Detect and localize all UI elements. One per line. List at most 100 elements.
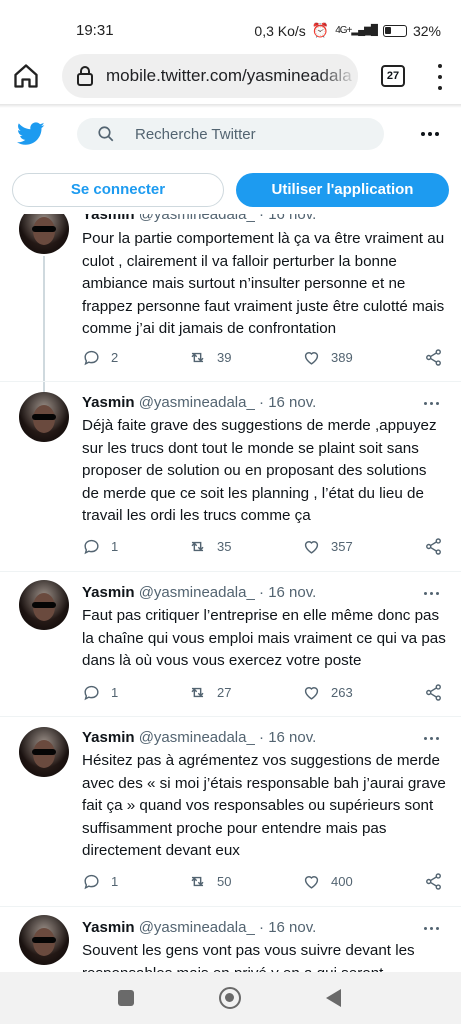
tweet-text: Hésitez pas à agrémentez vos suggestions… (82, 752, 446, 860)
like-count: 357 (331, 539, 353, 554)
battery-icon (382, 24, 407, 37)
more-options-icon[interactable] (421, 132, 439, 136)
browser-toolbar: mobile.twitter.com/yasmineadala 27 (0, 46, 461, 106)
avatar[interactable] (19, 210, 69, 254)
like-button[interactable]: 389 (302, 348, 353, 367)
reply-button[interactable]: 1 (82, 683, 118, 702)
tweet-date[interactable]: 16 nov. (268, 919, 316, 936)
share-icon (426, 873, 441, 890)
browser-menu-button[interactable] (432, 64, 448, 90)
retweet-count: 39 (217, 350, 232, 365)
signal-icon: 4G+▂▄▆█ (335, 25, 378, 36)
tweet-actions: 1 27 263 (82, 683, 448, 703)
heart-icon (304, 687, 319, 700)
author-name[interactable]: Yasmin (82, 394, 135, 411)
tweet-more-icon[interactable] (424, 737, 439, 740)
reply-count: 1 (111, 685, 119, 700)
reply-count: 1 (111, 539, 119, 554)
avatar[interactable] (19, 580, 69, 630)
like-count: 263 (331, 685, 353, 700)
back-button[interactable] (326, 989, 341, 1007)
tweet-text: Faut pas critiquer l’entreprise en elle … (82, 607, 446, 670)
tweet[interactable]: Yasmin @yasmineadala_ · 16 nov. Déjà fai… (0, 382, 461, 572)
tweet-actions: 1 50 400 (82, 872, 448, 892)
tweet-header: Yasmin @yasmineadala_ · 16 nov. (82, 729, 317, 746)
tweet-more-icon[interactable] (424, 402, 439, 405)
author-handle[interactable]: @yasmineadala_ (139, 394, 255, 411)
heart-icon (304, 876, 319, 889)
retweet-icon (191, 876, 204, 887)
retweet-icon (191, 352, 204, 363)
like-button[interactable]: 400 (302, 872, 353, 891)
tweet-header: Yasmin @yasmineadala_ · 16 nov. (82, 919, 317, 936)
retweet-button[interactable]: 50 (188, 872, 231, 891)
status-indicators: 0,3 Ko/s ⏰ 4G+▂▄▆█ 32% (254, 22, 441, 39)
tweet[interactable]: Yasmin @yasmineadala_ · 16 nov. Souvent … (0, 907, 461, 972)
heart-icon (304, 541, 319, 554)
like-count: 389 (331, 350, 353, 365)
share-icon (426, 349, 441, 366)
reply-button[interactable]: 1 (82, 872, 118, 891)
address-bar[interactable]: mobile.twitter.com/yasmineadala (62, 54, 358, 98)
author-handle[interactable]: @yasmineadala_ (139, 919, 255, 936)
signal-label: 4G+ (335, 25, 352, 36)
reply-icon (84, 685, 99, 701)
search-box[interactable]: Recherche Twitter (77, 118, 384, 150)
tweet-actions: 2 39 389 (82, 348, 448, 368)
like-button[interactable]: 357 (302, 537, 353, 556)
reply-count: 2 (111, 350, 119, 365)
reply-icon (84, 874, 99, 890)
twitter-bird-icon[interactable] (17, 122, 45, 146)
tweet-date[interactable]: 16 nov. (268, 729, 316, 746)
home-button[interactable] (219, 987, 241, 1009)
login-button[interactable]: Se connecter (12, 173, 224, 207)
tweet-text: Déjà faite grave des suggestions de merd… (82, 417, 437, 525)
retweet-button[interactable]: 35 (188, 537, 231, 556)
tweet[interactable]: Yasmin @yasmineadala_ · 16 nov. Pour la … (0, 210, 461, 416)
avatar[interactable] (19, 392, 69, 442)
tweet-header: Yasmin @yasmineadala_ · 16 nov. (82, 584, 317, 601)
share-button[interactable] (424, 537, 443, 556)
reply-icon (84, 539, 99, 555)
reply-button[interactable]: 1 (82, 537, 118, 556)
author-name[interactable]: Yasmin (82, 919, 135, 936)
tweet-more-icon[interactable] (424, 592, 439, 595)
tab-switcher-button[interactable]: 27 (381, 65, 405, 87)
tweet-date[interactable]: 16 nov. (268, 584, 316, 601)
retweet-icon (191, 687, 204, 698)
author-handle[interactable]: @yasmineadala_ (139, 584, 255, 601)
tweet-header: Yasmin @yasmineadala_ · 16 nov. (82, 394, 317, 411)
tweet-text: Pour la partie comportement là ça va êtr… (82, 230, 445, 338)
lock-icon (77, 66, 93, 86)
tweet-text: Souvent les gens vont pas vous suivre de… (82, 942, 415, 972)
recent-apps-button[interactable] (118, 990, 134, 1006)
tweet[interactable]: Yasmin @yasmineadala_ · 16 nov. Faut pas… (0, 572, 461, 717)
reply-button[interactable]: 2 (82, 348, 118, 367)
share-icon (426, 684, 441, 701)
use-app-button[interactable]: Utiliser l'application (236, 173, 449, 207)
share-button[interactable] (424, 348, 443, 367)
retweet-count: 50 (217, 874, 232, 889)
author-name[interactable]: Yasmin (82, 584, 135, 601)
avatar[interactable] (19, 727, 69, 777)
author-name[interactable]: Yasmin (82, 729, 135, 746)
like-button[interactable]: 263 (302, 683, 353, 702)
like-count: 400 (331, 874, 353, 889)
retweet-button[interactable]: 39 (188, 348, 231, 367)
battery-level: 32% (412, 22, 441, 39)
network-speed: 0,3 Ko/s (254, 22, 306, 39)
heart-icon (304, 352, 319, 365)
share-button[interactable] (424, 683, 443, 702)
avatar[interactable] (19, 915, 69, 965)
retweet-button[interactable]: 27 (188, 683, 231, 702)
tweet[interactable]: Yasmin @yasmineadala_ · 16 nov. Hésitez … (0, 717, 461, 907)
auth-bar: Se connecter Utiliser l'application (0, 162, 461, 214)
author-handle[interactable]: @yasmineadala_ (139, 729, 255, 746)
status-time: 19:31 (76, 22, 114, 39)
share-icon (426, 538, 441, 555)
search-placeholder: Recherche Twitter (135, 125, 256, 143)
tweet-more-icon[interactable] (424, 927, 439, 930)
home-icon[interactable] (12, 62, 40, 90)
tweet-date[interactable]: 16 nov. (268, 394, 316, 411)
share-button[interactable] (424, 872, 443, 891)
